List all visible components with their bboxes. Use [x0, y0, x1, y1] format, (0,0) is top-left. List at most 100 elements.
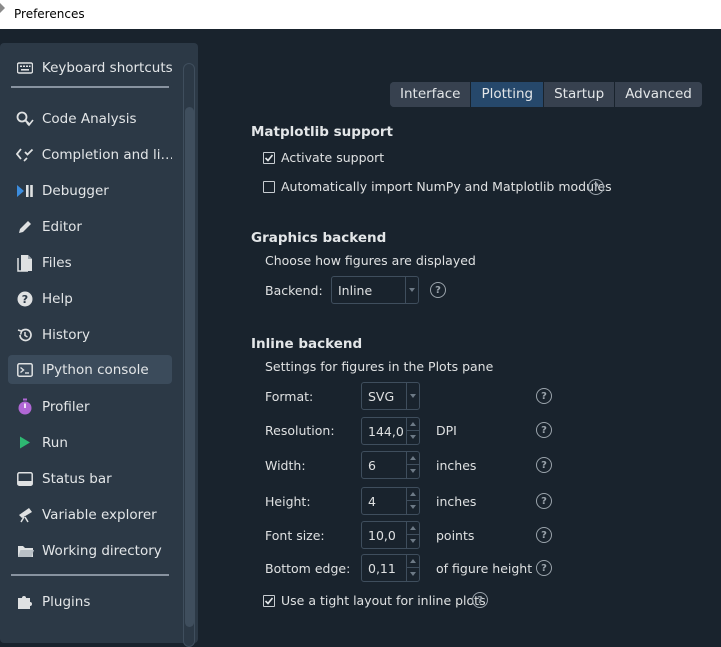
debugger-icon	[15, 182, 35, 200]
inline-backend-section-title: Inline backend	[251, 336, 363, 352]
sidebar-item-label: History	[42, 326, 91, 343]
sidebar-item-editor[interactable]: Editor	[8, 212, 172, 241]
resolution-spinbox[interactable]: 144,0	[361, 417, 420, 445]
activate-support-checkbox[interactable]	[263, 152, 275, 164]
sidebar-divider	[11, 574, 169, 576]
sidebar-item-run[interactable]: Run	[8, 428, 172, 457]
height-label: Height:	[265, 494, 311, 509]
sidebar-divider	[11, 86, 169, 88]
sidebar-item-keyboard-shortcuts[interactable]: Keyboard shortcuts	[8, 53, 172, 82]
code-analysis-icon	[15, 110, 35, 128]
folder-icon	[15, 542, 35, 560]
sidebar-scrollbar-thumb[interactable]	[185, 107, 194, 627]
spin-down-icon[interactable]	[407, 431, 419, 444]
autoimport-label: Automatically import NumPy and Matplotli…	[281, 179, 612, 194]
autoimport-checkbox[interactable]	[263, 181, 275, 193]
spin-down-icon[interactable]	[407, 535, 419, 548]
width-value: 6	[368, 458, 376, 473]
spin-up-icon[interactable]	[407, 488, 419, 501]
window-title: Preferences	[14, 7, 85, 21]
sidebar-item-ipython-console[interactable]: IPython console	[8, 355, 172, 384]
sidebar-item-debugger[interactable]: Debugger	[8, 176, 172, 205]
sidebar-item-label: Help	[42, 290, 73, 307]
font-size-value: 10,0	[368, 528, 396, 543]
activate-support-label: Activate support	[281, 150, 385, 165]
help-icon[interactable]: ?	[536, 422, 552, 438]
spin-up-icon[interactable]	[407, 452, 419, 465]
backend-select[interactable]: Inline	[331, 276, 419, 304]
spin-down-icon[interactable]	[407, 501, 419, 514]
help-icon[interactable]: ?	[430, 282, 446, 298]
checkmark-icon	[264, 154, 274, 162]
pencil-icon	[15, 218, 35, 236]
spin-up-icon[interactable]	[407, 555, 419, 568]
spin-up-icon[interactable]	[407, 522, 419, 535]
help-icon[interactable]: ?	[536, 493, 552, 509]
resolution-value: 144,0	[368, 424, 404, 439]
sidebar-item-label: Working directory	[42, 542, 162, 559]
status-bar-icon	[15, 470, 35, 488]
format-label: Format:	[265, 389, 314, 404]
sidebar-item-working-directory[interactable]: Working directory	[8, 536, 172, 565]
backend-select-value: Inline	[338, 283, 373, 298]
sidebar-item-status-bar[interactable]: Status bar	[8, 464, 172, 493]
sidebar-item-label: Code Analysis	[42, 110, 137, 127]
sidebar-item-plugins[interactable]: Plugins	[8, 587, 172, 616]
backend-label: Backend:	[265, 283, 323, 298]
bottom-edge-spinbox[interactable]: 0,11	[361, 554, 420, 582]
profiler-icon	[15, 398, 35, 416]
sidebar-item-label: Run	[42, 434, 68, 451]
sidebar-item-label: Status bar	[42, 470, 112, 487]
keyboard-icon	[15, 59, 35, 77]
sidebar-item-variable-explorer[interactable]: Variable explorer	[8, 500, 172, 529]
sidebar-item-code-analysis[interactable]: Code Analysis	[8, 104, 172, 133]
telescope-icon	[15, 506, 35, 524]
width-spinbox[interactable]: 6	[361, 451, 420, 479]
window-titlebar: Preferences	[0, 0, 721, 29]
svg-text:?: ?	[22, 293, 28, 306]
sidebar-item-label: Editor	[42, 218, 82, 235]
corner-mark-icon	[0, 3, 5, 13]
tab-advanced[interactable]: Advanced	[615, 82, 702, 107]
spin-down-icon[interactable]	[407, 465, 419, 478]
puzzle-icon	[15, 593, 35, 611]
sidebar-item-label: Completion and li…	[41, 146, 172, 163]
sidebar-item-history[interactable]: History	[8, 320, 172, 349]
tab-plotting[interactable]: Plotting	[471, 82, 545, 107]
tight-layout-checkbox[interactable]	[263, 595, 275, 607]
sidebar-item-label: Profiler	[42, 398, 90, 415]
sidebar-item-help[interactable]: ? Help	[8, 284, 172, 313]
help-icon[interactable]: ?	[472, 592, 488, 608]
bottom-edge-label: Bottom edge:	[265, 561, 351, 576]
bottom-edge-value: 0,11	[368, 561, 396, 576]
tab-interface[interactable]: Interface	[390, 82, 472, 107]
help-icon[interactable]: ?	[536, 457, 552, 473]
format-select[interactable]: SVG	[361, 382, 420, 410]
height-spinbox[interactable]: 4	[361, 487, 420, 515]
graphics-backend-description: Choose how figures are displayed	[265, 253, 476, 268]
help-icon[interactable]: ?	[536, 560, 552, 576]
spin-down-icon[interactable]	[407, 568, 419, 581]
sidebar-item-label: Debugger	[42, 182, 109, 199]
chevron-down-icon	[405, 277, 418, 303]
sidebar-item-completion[interactable]: Completion and li…	[8, 140, 172, 169]
checkmark-icon	[264, 597, 274, 605]
inline-backend-description: Settings for figures in the Plots pane	[265, 359, 494, 374]
sidebar-item-label: IPython console	[42, 361, 149, 378]
font-size-unit: points	[436, 528, 475, 543]
spin-up-icon[interactable]	[407, 418, 419, 431]
font-size-spinbox[interactable]: 10,0	[361, 521, 420, 549]
font-size-label: Font size:	[265, 528, 325, 543]
tab-startup[interactable]: Startup	[544, 82, 616, 107]
format-select-value: SVG	[368, 389, 395, 404]
resolution-unit: DPI	[436, 423, 457, 438]
help-icon[interactable]: ?	[588, 179, 604, 195]
console-icon	[15, 361, 35, 379]
sidebar-item-profiler[interactable]: Profiler	[8, 392, 172, 421]
width-label: Width:	[265, 458, 306, 473]
help-icon[interactable]: ?	[536, 388, 552, 404]
sidebar-item-files[interactable]: Files	[8, 248, 172, 277]
sidebar: Keyboard shortcuts Code Analysis Complet…	[0, 43, 198, 647]
matplotlib-section-title: Matplotlib support	[251, 124, 393, 140]
help-icon[interactable]: ?	[536, 527, 552, 543]
